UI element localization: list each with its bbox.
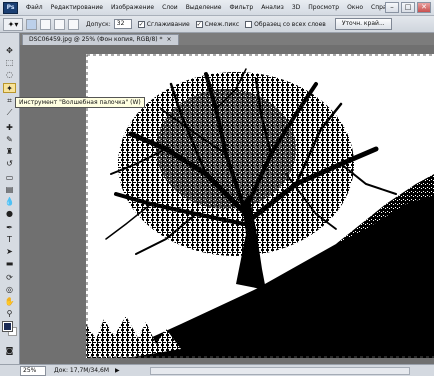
menu-layers[interactable]: Слои <box>158 0 182 16</box>
history-brush-icon[interactable]: ↺ <box>3 158 16 168</box>
menu-image[interactable]: Изображение <box>107 0 158 16</box>
3d-orbit-icon[interactable]: ◎ <box>3 284 16 294</box>
add-to-selection-button[interactable] <box>40 18 51 30</box>
sample-all-label: Образец со всех слоев <box>254 20 326 28</box>
document-tab-bar: DSC06459.jpg @ 25% (Фон копия, RGB/8) * × <box>20 33 434 45</box>
toolbox: ✥ ⬚ ◌ ✦ ⌗ ⟋ ✚ ✎ ♜ ↺ ▭ ▤ 💧 ● ✒ T ➤ ▬ ⟳ ◎ … <box>0 33 20 364</box>
zoom-icon[interactable]: ⚲ <box>3 308 16 318</box>
menu-3d[interactable]: 3D <box>288 0 304 16</box>
canvas-area[interactable] <box>20 45 434 364</box>
window-controls: – □ ✕ <box>385 2 431 13</box>
menu-window[interactable]: Окно <box>343 0 367 16</box>
clone-stamp-icon[interactable]: ♜ <box>3 146 16 156</box>
magic-wand-icon[interactable]: ✦ <box>3 83 16 93</box>
lasso-icon[interactable]: ◌ <box>3 69 16 79</box>
contiguous-checkbox[interactable]: ✓ Смеж.пикс <box>195 20 240 28</box>
close-button[interactable]: ✕ <box>417 2 431 13</box>
blur-icon[interactable]: 💧 <box>3 196 16 206</box>
contiguous-label: Смеж.пикс <box>204 20 240 28</box>
eraser-icon[interactable]: ▭ <box>3 172 16 182</box>
intersect-selection-button[interactable] <box>68 18 79 30</box>
new-selection-button[interactable] <box>26 18 37 30</box>
document-tab[interactable]: DSC06459.jpg @ 25% (Фон копия, RGB/8) * × <box>22 34 179 45</box>
brush-icon[interactable]: ✎ <box>3 134 16 144</box>
tool-preset-picker[interactable]: ✦▾ <box>3 17 23 31</box>
marquee-icon[interactable]: ⬚ <box>3 57 16 67</box>
photoshop-logo: Ps <box>3 1 18 14</box>
subtract-selection-button[interactable] <box>54 18 65 30</box>
gradient-icon[interactable]: ▤ <box>3 184 16 194</box>
horizontal-scrollbar[interactable] <box>150 367 410 375</box>
hand-icon[interactable]: ✋ <box>3 296 16 306</box>
magic-wand-icon: ✦▾ <box>7 19 19 29</box>
minimize-button[interactable]: – <box>385 2 399 13</box>
close-tab-icon[interactable]: × <box>167 36 172 43</box>
zoom-level-field[interactable]: 25% <box>20 365 46 376</box>
menu-edit[interactable]: Редактирование <box>47 0 107 16</box>
pen-icon[interactable]: ✒ <box>3 222 16 232</box>
dodge-icon[interactable]: ● <box>3 208 16 218</box>
path-selection-icon[interactable]: ➤ <box>3 246 16 256</box>
antialias-checkbox[interactable]: ✓ Сглаживание <box>137 20 190 28</box>
antialias-label: Сглаживание <box>146 20 190 28</box>
menu-bar: Ps Файл Редактирование Изображение Слои … <box>0 0 434 16</box>
sample-all-layers-checkbox[interactable]: Образец со всех слоев <box>245 20 326 28</box>
refine-edge-button[interactable]: Уточн. край... <box>334 18 392 30</box>
tolerance-label: Допуск: <box>86 20 111 28</box>
sample-all-check-box[interactable] <box>245 20 253 28</box>
status-bar: 25% Док: 17,7М/34,6М ▶ <box>0 364 434 376</box>
maximize-button[interactable]: □ <box>401 2 415 13</box>
foreground-color-swatch[interactable] <box>2 321 13 332</box>
contiguous-check-box[interactable]: ✓ <box>195 20 203 28</box>
antialias-check-box[interactable]: ✓ <box>137 20 145 28</box>
shape-icon[interactable]: ▬ <box>3 258 16 268</box>
3d-rotate-icon[interactable]: ⟳ <box>3 272 16 282</box>
document-size-info: Док: 17,7М/34,6М <box>54 367 110 374</box>
status-menu-arrow-icon[interactable]: ▶ <box>115 367 120 374</box>
quick-mask-icon[interactable]: ◙ <box>3 345 16 355</box>
menu-filter[interactable]: Фильтр <box>225 0 257 16</box>
move-icon[interactable]: ✥ <box>3 45 16 55</box>
menu-file[interactable]: Файл <box>22 0 47 16</box>
healing-brush-icon[interactable]: ✚ <box>3 122 16 132</box>
menu-select[interactable]: Выделение <box>182 0 226 16</box>
tolerance-input[interactable]: 32 <box>113 19 132 29</box>
type-icon[interactable]: T <box>3 234 16 244</box>
menu-analysis[interactable]: Анализ <box>257 0 288 16</box>
document-title: DSC06459.jpg @ 25% (Фон копия, RGB/8) * <box>29 36 163 43</box>
tool-tooltip: Инструмент "Волшебная палочка" (W) <box>15 97 145 108</box>
menu-view[interactable]: Просмотр <box>304 0 343 16</box>
eyedropper-icon[interactable]: ⟋ <box>3 108 16 118</box>
options-bar: ✦▾ Допуск: 32 ✓ Сглаживание ✓ Смеж.пикс … <box>0 16 434 33</box>
